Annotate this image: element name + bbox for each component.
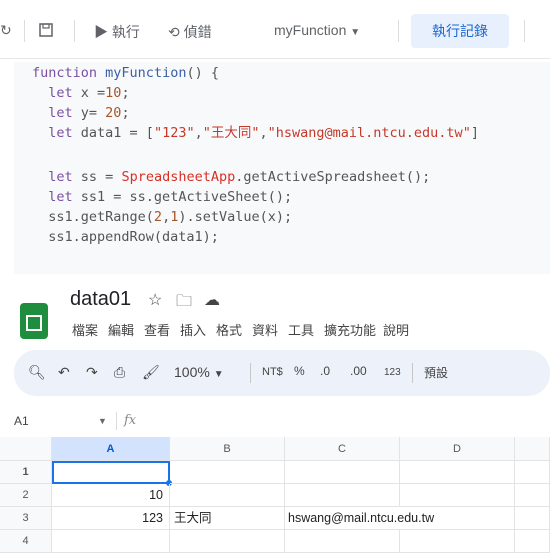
- increase-decimal-button[interactable]: .00: [350, 364, 367, 378]
- row-header-1[interactable]: 1: [0, 461, 52, 484]
- currency-format-button[interactable]: NT$: [262, 366, 283, 378]
- toolbar-divider: [412, 363, 413, 383]
- execution-log-label: 執行記錄: [432, 23, 488, 39]
- cell-a4[interactable]: [52, 530, 170, 553]
- column-header-d[interactable]: D: [400, 437, 515, 461]
- menu-edit[interactable]: 編輯: [108, 320, 134, 339]
- code-line-6: let ss = SpreadsheetApp.getActiveSpreads…: [48, 169, 431, 185]
- menu-view[interactable]: 查看: [144, 320, 170, 339]
- row-header-2[interactable]: 2: [0, 484, 52, 507]
- editor-toolbar: ↻ ▶ 執行 ⟲ 偵錯 myFunction ▼ 執行記錄: [0, 0, 550, 59]
- font-select[interactable]: 預設: [424, 364, 448, 381]
- code-area[interactable]: function myFunction() { let x =10; let y…: [14, 62, 550, 274]
- function-select-value: myFunction: [274, 22, 347, 38]
- cell-a3[interactable]: 123: [52, 507, 170, 530]
- folder-icon[interactable]: 🗀: [176, 290, 192, 317]
- code-line-8: ss1.getRange(2,1).setValue(x);: [32, 209, 293, 225]
- formula-bar: A1 ▼ fx: [0, 407, 550, 437]
- column-header-c[interactable]: C: [285, 437, 400, 461]
- toolbar-divider: [24, 20, 25, 42]
- menu-help[interactable]: 說明: [383, 320, 409, 339]
- debug-icon: ⟲: [168, 24, 180, 40]
- search-menus-icon[interactable]: 🔍︎: [28, 364, 46, 381]
- cell-d4[interactable]: [400, 530, 515, 553]
- number-format-button[interactable]: 123: [384, 367, 401, 378]
- cell-c3[interactable]: hswang@mail.ntcu.edu.tw: [285, 507, 515, 530]
- print-icon[interactable]: ⎙: [114, 364, 125, 381]
- code-line-4: let data1 = ["123","王大同","hswang@mail.nt…: [48, 125, 479, 141]
- fx-icon: fx: [124, 413, 137, 428]
- code-line-3: let y= 20;: [48, 105, 130, 121]
- code-line-7: let ss1 = ss.getActiveSheet();: [48, 189, 293, 205]
- cell-b1[interactable]: [170, 461, 285, 484]
- cell-e2[interactable]: [515, 484, 550, 507]
- column-header-b[interactable]: B: [170, 437, 285, 461]
- cell-b4[interactable]: [170, 530, 285, 553]
- toolbar-divider: [74, 20, 75, 42]
- code-line-9: ss1.appendRow(data1);: [32, 229, 219, 245]
- save-icon[interactable]: [38, 22, 54, 41]
- cell-d2[interactable]: [400, 484, 515, 507]
- formula-divider: [116, 412, 117, 430]
- cell-e1[interactable]: [515, 461, 550, 484]
- zoom-value: 100%: [174, 364, 210, 380]
- menu-data[interactable]: 資料: [252, 320, 278, 339]
- paint-format-icon[interactable]: 🖌︎: [142, 364, 160, 381]
- row-header-3[interactable]: 3: [0, 507, 52, 530]
- cell-b3[interactable]: 王大同: [170, 507, 285, 530]
- toolbar-divider: [524, 20, 525, 42]
- cloud-status-icon[interactable]: ☁: [204, 290, 220, 310]
- apps-script-editor: ↻ ▶ 執行 ⟲ 偵錯 myFunction ▼ 執行記錄 function m…: [0, 0, 550, 278]
- cell-c4[interactable]: [285, 530, 400, 553]
- cell-c2[interactable]: [285, 484, 400, 507]
- toolbar-divider: [250, 363, 251, 383]
- menu-extensions[interactable]: 擴充功能: [324, 320, 376, 339]
- sheets-toolbar: 🔍︎ ↶ ↷ ⎙ 🖌︎ 100% ▼ NT$ % .0 .00 123 預設: [14, 350, 550, 396]
- code-line-2: let x =10;: [48, 85, 130, 101]
- toolbar-divider: [398, 20, 399, 42]
- spreadsheet-grid: A B C D 1 2 10 3 123 王大同 hswang@mail.ntc…: [0, 437, 550, 555]
- column-header-a[interactable]: A: [52, 437, 170, 461]
- formula-input[interactable]: [150, 412, 550, 432]
- decrease-decimal-button[interactable]: .0: [320, 364, 330, 378]
- select-all-corner[interactable]: [0, 437, 52, 461]
- dropdown-arrow-icon: ▼: [213, 369, 224, 380]
- execution-log-button[interactable]: 執行記錄: [411, 14, 509, 48]
- undo-icon[interactable]: ↶: [58, 364, 70, 381]
- sheets-logo-icon[interactable]: [20, 303, 48, 339]
- document-title[interactable]: data01: [70, 288, 131, 311]
- cell-a2[interactable]: 10: [52, 484, 170, 507]
- debug-button[interactable]: ⟲ 偵錯: [168, 22, 212, 42]
- debug-label: 偵錯: [183, 24, 212, 40]
- dropdown-arrow-icon: ▼: [350, 27, 361, 38]
- play-icon: ▶: [94, 24, 108, 40]
- menu-tools[interactable]: 工具: [288, 320, 314, 339]
- cell-a1[interactable]: [52, 461, 170, 484]
- percent-format-button[interactable]: %: [294, 364, 305, 378]
- code-line-1: function myFunction() {: [32, 65, 219, 81]
- zoom-select[interactable]: 100% ▼: [174, 364, 224, 380]
- cell-c1[interactable]: [285, 461, 400, 484]
- column-header-e[interactable]: [515, 437, 550, 461]
- run-label: 執行: [111, 24, 140, 40]
- menu-format[interactable]: 格式: [216, 320, 242, 339]
- cell-d1[interactable]: [400, 461, 515, 484]
- menu-file[interactable]: 檔案: [72, 320, 98, 339]
- menu-insert[interactable]: 插入: [180, 320, 206, 339]
- cell-e3[interactable]: [515, 507, 550, 530]
- cell-b2[interactable]: [170, 484, 285, 507]
- row-header-4[interactable]: 4: [0, 530, 52, 553]
- name-box[interactable]: A1: [14, 414, 29, 428]
- redo-icon[interactable]: ↻: [0, 22, 12, 39]
- run-button[interactable]: ▶ 執行: [94, 22, 140, 42]
- cell-e4[interactable]: [515, 530, 550, 553]
- star-icon[interactable]: ☆: [148, 290, 162, 310]
- redo-icon[interactable]: ↷: [86, 364, 98, 381]
- dropdown-arrow-icon[interactable]: ▼: [98, 416, 107, 426]
- function-select[interactable]: myFunction ▼: [274, 22, 360, 38]
